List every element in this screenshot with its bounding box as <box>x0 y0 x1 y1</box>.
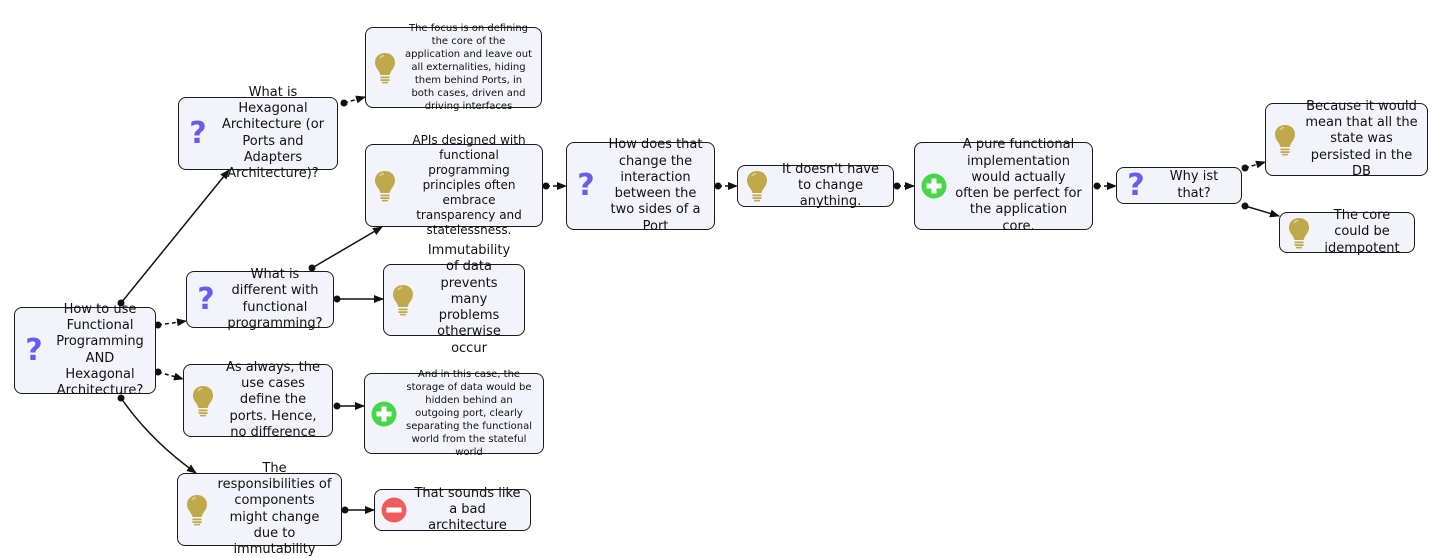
node-text: APIs designed with functional programmin… <box>412 133 526 237</box>
node-why-question[interactable]: ? Why ist that? <box>1116 167 1242 204</box>
lightbulb-icon <box>184 493 210 527</box>
question-icon: ? <box>577 168 595 203</box>
node-text: What is different with functional progra… <box>227 267 323 331</box>
lightbulb-icon <box>372 169 398 203</box>
node-text: Immutability of data prevents many probl… <box>427 243 511 356</box>
edge-source-dot <box>333 295 341 303</box>
minus-circle-icon <box>381 493 407 527</box>
node-text: The responsibilities of components might… <box>217 460 332 557</box>
edge-why-to-idempotent <box>1244 205 1280 218</box>
node-text: A pure functional implementation would a… <box>955 137 1082 234</box>
edge-source-dot <box>893 182 901 190</box>
node-text: Why ist that? <box>1169 169 1219 201</box>
node-storage-pro[interactable]: And in this case, the storage of data wo… <box>364 369 544 458</box>
node-text: It doesn't have to change anything. <box>782 161 879 210</box>
node-bad-architecture-con[interactable]: That sounds like a bad architecture <box>374 486 531 533</box>
node-text: The core could be idempotent <box>1324 208 1400 256</box>
lightbulb-icon <box>372 51 398 85</box>
edge-source-dot <box>542 182 550 190</box>
node-no-change-idea[interactable]: It doesn't have to change anything. <box>737 162 894 209</box>
node-text: As always, the use cases define the port… <box>225 359 321 440</box>
edge-source-dot <box>341 506 349 514</box>
node-text: How to use Functional Programming AND He… <box>56 301 144 398</box>
node-hexagonal-architecture-question[interactable]: ? What is Hexagonal Architecture (or Por… <box>178 85 338 181</box>
node-text: Because it would mean that all the state… <box>1305 98 1418 179</box>
question-icon: ? <box>25 332 43 368</box>
question-icon: ? <box>1127 167 1145 203</box>
edge-source-dot <box>714 182 722 190</box>
node-root-question[interactable]: ? How to use Functional Programming AND … <box>14 302 156 398</box>
node-text: What is Hexagonal Architecture (or Ports… <box>221 84 325 181</box>
lightbulb-icon <box>1272 123 1298 157</box>
question-icon: ? <box>189 115 207 151</box>
node-responsibilities-idea[interactable]: The responsibilities of components might… <box>177 461 342 557</box>
edge-root-to-different <box>157 318 187 327</box>
node-interaction-question[interactable]: ? How does that change the interaction b… <box>566 137 715 234</box>
node-text: That sounds like a bad architecture <box>414 485 521 534</box>
edge-different-to-apis <box>311 226 383 269</box>
question-icon: ? <box>197 281 215 317</box>
lightbulb-icon <box>190 384 216 418</box>
node-different-question[interactable]: ? What is different with functional prog… <box>186 267 334 331</box>
edge-source-dot <box>1241 202 1249 210</box>
node-text: The focus is on defining the core of the… <box>404 23 533 112</box>
edge-root-to-usecases <box>157 371 184 381</box>
node-apis-idea[interactable]: APIs designed with functional programmin… <box>365 133 543 237</box>
node-focus-idea[interactable]: The focus is on defining the core of the… <box>365 23 542 112</box>
lightbulb-icon <box>744 169 770 203</box>
node-text: How does that change the interaction bet… <box>608 137 703 234</box>
edge-source-dot <box>340 99 348 107</box>
node-because-idea[interactable]: Because it would mean that all the state… <box>1265 99 1428 179</box>
lightbulb-icon <box>390 283 416 317</box>
node-immutability-idea[interactable]: Immutability of data prevents many probl… <box>383 243 525 356</box>
edge-source-dot <box>333 402 341 410</box>
lightbulb-icon <box>1286 216 1312 250</box>
node-pure-functional-pro[interactable]: A pure functional implementation would a… <box>914 137 1093 234</box>
plus-circle-icon <box>371 397 397 431</box>
plus-circle-icon <box>921 169 947 203</box>
node-use-cases-idea[interactable]: As always, the use cases define the port… <box>183 360 333 440</box>
node-text: And in this case, the storage of data wo… <box>406 369 532 458</box>
edge-source-dot <box>1241 164 1249 172</box>
edge-source-dot <box>1093 182 1101 190</box>
node-idempotent-idea[interactable]: The core could be idempotent <box>1279 208 1415 256</box>
